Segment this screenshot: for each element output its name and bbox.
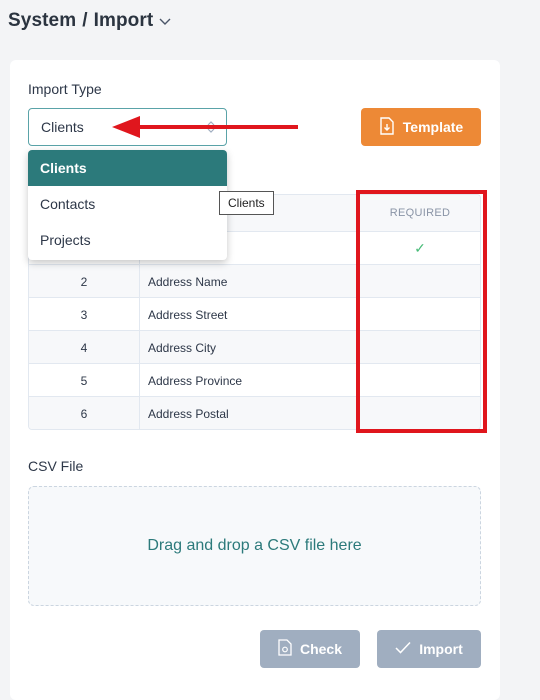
template-button-label: Template	[402, 119, 464, 135]
csv-file-label: CSV File	[28, 458, 84, 474]
import-type-dropdown: Clients Contacts Projects	[28, 150, 227, 260]
annotation-highlight-box	[356, 190, 487, 433]
breadcrumb-separator: /	[82, 10, 88, 31]
dropdown-option-clients[interactable]: Clients	[28, 150, 227, 186]
checkmark-icon	[395, 641, 411, 657]
breadcrumb-import[interactable]: Import	[94, 10, 154, 32]
dropdown-option-contacts[interactable]: Contacts	[28, 186, 227, 222]
breadcrumb-system[interactable]: System	[8, 10, 76, 32]
csv-dropzone[interactable]: Drag and drop a CSV file here	[28, 486, 481, 606]
import-type-value: Clients	[41, 119, 84, 135]
dropzone-text: Drag and drop a CSV file here	[147, 537, 362, 554]
download-file-icon	[379, 116, 395, 138]
import-button[interactable]: Import	[377, 630, 481, 668]
option-tooltip: Clients	[219, 191, 274, 215]
import-type-label: Import Type	[28, 81, 102, 97]
check-button[interactable]: Check	[260, 630, 360, 668]
import-button-label: Import	[419, 641, 463, 657]
file-check-icon	[278, 639, 292, 659]
breadcrumb: System / Import	[8, 10, 171, 32]
dropdown-option-projects[interactable]: Projects	[28, 222, 227, 258]
check-button-label: Check	[299, 641, 343, 657]
template-button[interactable]: Template	[361, 108, 481, 146]
annotation-arrow-icon	[112, 116, 298, 138]
chevron-down-icon[interactable]	[159, 10, 171, 32]
